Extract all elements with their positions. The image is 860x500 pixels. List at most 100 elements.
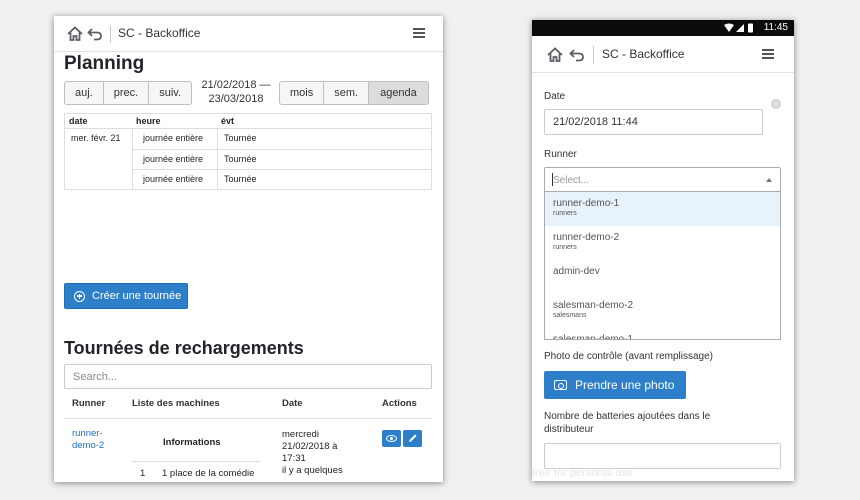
batteries-label-line: distributeur xyxy=(544,424,594,435)
agenda-table: date heure évt mer. févr. 21 journée ent… xyxy=(64,113,432,190)
date-field[interactable]: 21/02/2018 11:44 xyxy=(544,109,763,135)
runner-option[interactable]: salesman-demo-1 xyxy=(545,328,780,340)
date-range-start: 21/02/2018 — xyxy=(201,79,271,91)
option-name: admin-dev xyxy=(553,266,600,277)
app-title: SC - Backoffice xyxy=(118,26,201,40)
watermark: free for personal use xyxy=(532,467,633,479)
agenda-header: date heure évt xyxy=(65,114,431,129)
date-label: Date xyxy=(544,91,566,102)
batteries-input[interactable] xyxy=(544,443,781,469)
top-navbar: SC - Backoffice xyxy=(54,16,443,52)
machines-list: Informations 1 1 place de la comédie xyxy=(132,428,260,480)
search-input[interactable] xyxy=(64,364,432,389)
status-bar: 11:45 xyxy=(532,20,794,36)
event-time: journée entière xyxy=(132,149,217,169)
camera-icon xyxy=(554,380,567,390)
runner-link-part: demo-2 xyxy=(72,440,105,451)
runner-link[interactable]: runner- demo-2 xyxy=(72,428,112,452)
take-photo-button[interactable]: Prendre une photo xyxy=(544,371,686,399)
runner-dropdown: runner-demo-1 runners runner-demo-2 runn… xyxy=(544,192,781,340)
recharge-section-title: Tournées de rechargements xyxy=(64,338,304,358)
photo-label: Photo de contrôle (avant remplissage) xyxy=(544,351,713,362)
col-runner: Runner xyxy=(72,398,106,409)
runner-option[interactable]: admin-dev xyxy=(545,260,780,294)
batteries-label: Nombre de batteries ajoutées dans le dis… xyxy=(544,410,710,436)
status-time: 11:45 xyxy=(763,22,788,33)
option-name: runner-demo-2 xyxy=(553,232,620,243)
option-group: salesmans xyxy=(553,312,587,319)
event-time: journée entière xyxy=(132,169,217,189)
machine-address: 1 place de la comédie xyxy=(162,468,255,479)
date-line: il y a quelques xyxy=(282,465,343,476)
batteries-label-line: Nombre de batteries ajoutées dans le xyxy=(544,411,711,422)
date-line: mercredi xyxy=(282,429,319,440)
view-button[interactable] xyxy=(382,430,401,447)
col-actions: Actions xyxy=(382,398,417,409)
runner-option[interactable]: runner-demo-1 runners xyxy=(545,192,780,226)
agenda-event-row[interactable]: journée entière Tournée xyxy=(132,169,431,189)
machines-header: Informations xyxy=(132,428,260,462)
option-name: salesman-demo-1 xyxy=(553,334,634,340)
runner-option[interactable]: runner-demo-2 runners xyxy=(545,226,780,260)
backoffice-desktop-screen: SC - Backoffice Planning auj. prec. suiv… xyxy=(54,16,443,482)
tour-date: mercredi 21/02/2018 à 17:31 il y a quelq… xyxy=(282,429,352,477)
option-group: runners xyxy=(553,210,577,217)
agenda-header-time: heure xyxy=(136,116,161,126)
create-tour-button[interactable]: Créer une tournée xyxy=(64,283,188,309)
caret-up-icon[interactable] xyxy=(766,178,772,182)
date-field-value: 21/02/2018 11:44 xyxy=(553,116,638,128)
top-navbar: SC - Backoffice xyxy=(532,36,794,73)
agenda-header-date: date xyxy=(69,116,88,126)
date-line: 21/02/2018 à xyxy=(282,441,338,452)
home-icon[interactable] xyxy=(66,25,84,43)
runner-label: Runner xyxy=(544,149,577,160)
take-photo-label: Prendre une photo xyxy=(575,378,675,392)
next-button[interactable]: suiv. xyxy=(149,81,193,105)
col-date: Date xyxy=(282,398,303,409)
today-button[interactable]: auj. xyxy=(64,81,104,105)
table-header-divider xyxy=(64,418,432,419)
agenda-event-row[interactable]: journée entière Tournée xyxy=(132,149,431,169)
option-group: runners xyxy=(553,244,577,251)
option-name: runner-demo-1 xyxy=(553,198,620,209)
calendar-nav-buttons: auj. prec. suiv. xyxy=(64,81,193,105)
home-icon[interactable] xyxy=(546,46,564,64)
event-title[interactable]: Tournée xyxy=(217,149,431,169)
col-machines: Liste des machines xyxy=(132,398,220,409)
create-tour-label: Créer une tournée xyxy=(92,290,182,302)
navbar-divider xyxy=(110,25,111,43)
menu-icon[interactable] xyxy=(762,49,774,59)
runner-option[interactable]: salesman-demo-2 salesmans xyxy=(545,294,780,328)
runner-select-placeholder: Select... xyxy=(553,175,590,186)
plus-circle-icon xyxy=(74,290,85,302)
previous-button[interactable]: prec. xyxy=(103,81,150,105)
text-cursor xyxy=(552,173,553,186)
runner-link-part: runner- xyxy=(72,428,103,439)
back-icon[interactable] xyxy=(86,25,104,43)
calendar-date-range: 21/02/2018 — 23/03/2018 xyxy=(200,78,272,106)
machine-number: 1 xyxy=(140,468,146,479)
agenda-event-row[interactable]: journée entière Tournée xyxy=(132,129,431,149)
date-range-end: 23/03/2018 xyxy=(208,93,264,105)
runner-select[interactable]: Select... xyxy=(544,167,781,192)
calendar-view-buttons: mois sem. agenda xyxy=(279,81,429,105)
app-title: SC - Backoffice xyxy=(602,47,685,61)
event-time: journée entière xyxy=(132,129,217,149)
menu-icon[interactable] xyxy=(413,28,425,38)
date-toggle[interactable] xyxy=(771,99,781,109)
agenda-day-label: mer. févr. 21 xyxy=(71,133,121,143)
date-line: 17:31 xyxy=(282,453,306,464)
event-title[interactable]: Tournée xyxy=(217,169,431,189)
week-view-button[interactable]: sem. xyxy=(324,81,370,105)
month-view-button[interactable]: mois xyxy=(279,81,325,105)
pencil-icon xyxy=(409,434,417,442)
option-name: salesman-demo-2 xyxy=(553,300,634,311)
machine-row: 1 1 place de la comédie xyxy=(132,462,260,480)
eye-icon xyxy=(386,435,397,442)
back-icon[interactable] xyxy=(568,46,586,64)
agenda-header-event: évt xyxy=(221,116,235,126)
edit-button[interactable] xyxy=(403,430,422,447)
agenda-view-button[interactable]: agenda xyxy=(369,81,429,105)
planning-title: Planning xyxy=(64,53,145,74)
event-title[interactable]: Tournée xyxy=(217,129,431,149)
